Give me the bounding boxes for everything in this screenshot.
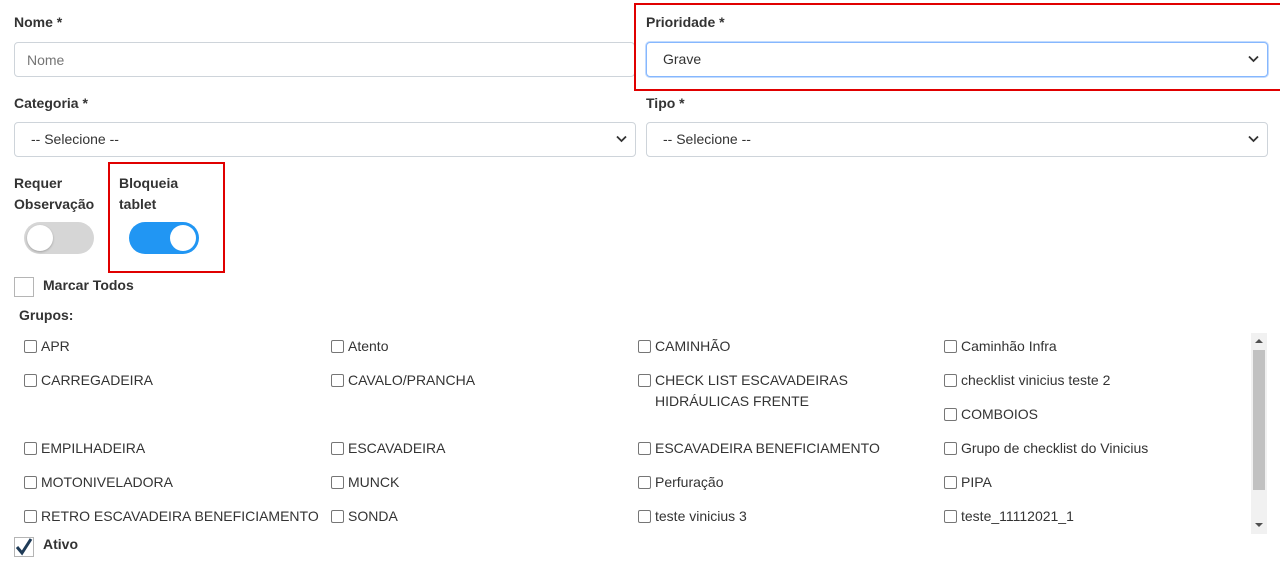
group-checkbox-label: RETRO ESCAVADEIRA BENEFICIAMENTO [41, 508, 319, 524]
group-checkbox-label: teste vinicius 3 [655, 508, 747, 524]
group-checkbox-label: ESCAVADEIRA BENEFICIAMENTO [655, 440, 880, 456]
group-checkbox-item[interactable]: Atento [331, 336, 627, 357]
group-checkbox[interactable] [24, 510, 37, 523]
requer-observacao-label-line2: Observação [14, 196, 95, 212]
group-checkbox-label: APR [41, 338, 70, 354]
group-checkbox-label: teste_11112021_1 [961, 508, 1074, 524]
group-checkbox-item[interactable]: teste vinicius 3 [638, 506, 934, 527]
requer-observacao-toggle[interactable] [24, 222, 94, 254]
marcar-todos-checkbox[interactable] [14, 277, 34, 297]
group-checkbox[interactable] [24, 442, 37, 455]
group-checkbox-item[interactable]: Perfuração [638, 472, 934, 493]
group-checkbox-item[interactable]: checklist vinicius teste 2 [944, 370, 1244, 391]
categoria-select[interactable]: -- Selecione -- [14, 122, 636, 157]
group-checkbox-item[interactable]: RETRO ESCAVADEIRA BENEFICIAMENTO [24, 506, 320, 527]
toggle-knob [27, 225, 53, 251]
tipo-select-value: -- Selecione -- [663, 131, 751, 147]
group-checkbox[interactable] [24, 340, 37, 353]
group-checkbox-label: EMPILHADEIRA [41, 440, 146, 456]
group-checkbox[interactable] [331, 442, 344, 455]
group-checkbox-item[interactable]: PIPA [944, 472, 1244, 493]
group-checkbox-label: Grupo de checklist do Vinicius [961, 440, 1149, 456]
group-checkbox-label: CAVALO/PRANCHA [348, 372, 476, 388]
group-checkbox[interactable] [331, 374, 344, 387]
group-checkbox-item[interactable]: SONDA [331, 506, 627, 527]
group-checkbox[interactable] [944, 408, 957, 421]
scrollbar-thumb[interactable] [1253, 350, 1265, 490]
scroll-up-arrow-icon[interactable] [1255, 338, 1263, 344]
requer-observacao-label-line1: Requer [14, 175, 63, 191]
group-checkbox-item[interactable]: CAMINHÃO [638, 336, 934, 357]
group-checkbox[interactable] [944, 340, 957, 353]
group-checkbox-label: ESCAVADEIRA [348, 440, 446, 456]
group-checkbox-item[interactable]: Grupo de checklist do Vinicius [944, 438, 1244, 459]
group-checkbox[interactable] [638, 442, 651, 455]
nome-label: Nome * [14, 14, 63, 30]
chevron-down-icon [616, 135, 627, 143]
group-checkbox-label: MUNCK [348, 474, 400, 490]
group-checkbox-label: PIPA [961, 474, 992, 490]
group-checkbox-item[interactable]: MUNCK [331, 472, 627, 493]
group-checkbox[interactable] [638, 510, 651, 523]
group-checkbox-label: MOTONIVELADORA [41, 474, 173, 490]
categoria-label: Categoria * [14, 95, 88, 111]
group-checkbox[interactable] [638, 374, 651, 387]
group-checkbox-item[interactable]: APR [24, 336, 320, 357]
grupos-label: Grupos: [19, 307, 74, 323]
group-checkbox[interactable] [944, 442, 957, 455]
categoria-select-value: -- Selecione -- [31, 131, 119, 147]
group-checkbox-item[interactable]: ESCAVADEIRA BENEFICIAMENTO [638, 438, 934, 459]
group-checkbox-item[interactable]: ESCAVADEIRA [331, 438, 627, 459]
group-checkbox[interactable] [638, 476, 651, 489]
group-checkbox[interactable] [944, 374, 957, 387]
ativo-label: Ativo [43, 536, 78, 552]
group-checkbox-item[interactable]: COMBOIOS [944, 404, 1244, 425]
group-checkbox-item[interactable]: CARREGADEIRA [24, 370, 320, 391]
group-checkbox-item[interactable]: teste_11112021_1 [944, 506, 1244, 527]
group-checkbox-label: Caminhão Infra [961, 338, 1057, 354]
chevron-down-icon [1248, 135, 1259, 143]
tipo-label: Tipo * [646, 95, 685, 111]
group-checkbox-label: SONDA [348, 508, 398, 524]
group-checkbox[interactable] [331, 476, 344, 489]
group-checkbox-label: checklist vinicius teste 2 [961, 372, 1111, 388]
group-checkbox-item[interactable]: CAVALO/PRANCHA [331, 370, 627, 391]
group-checkbox-label: Perfuração [655, 474, 724, 490]
group-checkbox-label: CAMINHÃO [655, 338, 731, 354]
group-checkbox-label: CARREGADEIRA [41, 372, 154, 388]
checkmark-icon [15, 538, 33, 556]
group-checkbox[interactable] [638, 340, 651, 353]
group-checkbox-label: Atento [348, 338, 389, 354]
group-checkbox[interactable] [331, 340, 344, 353]
group-checkbox-label: COMBOIOS [961, 406, 1039, 422]
tipo-select[interactable]: -- Selecione -- [646, 122, 1268, 157]
group-checkbox-label: CHECK LIST ESCAVADEIRAS HIDRÁULICAS FREN… [655, 372, 848, 409]
group-checkbox[interactable] [24, 476, 37, 489]
group-checkbox[interactable] [944, 510, 957, 523]
group-checkbox-item[interactable]: CHECK LIST ESCAVADEIRAS HIDRÁULICAS FREN… [638, 370, 934, 412]
marcar-todos-label: Marcar Todos [43, 277, 134, 293]
scroll-down-arrow-icon[interactable] [1255, 522, 1263, 528]
groups-scrollbar[interactable] [1251, 333, 1267, 534]
group-checkbox-item[interactable]: EMPILHADEIRA [24, 438, 320, 459]
highlight-box-prioridade [634, 3, 1280, 91]
nome-input[interactable] [14, 42, 635, 77]
group-checkbox-item[interactable]: Caminhão Infra [944, 336, 1244, 357]
group-checkbox[interactable] [944, 476, 957, 489]
highlight-box-bloqueia-tablet [108, 162, 225, 273]
group-checkbox[interactable] [24, 374, 37, 387]
group-checkbox-item[interactable]: MOTONIVELADORA [24, 472, 320, 493]
ativo-checkbox[interactable] [14, 537, 34, 557]
group-checkbox[interactable] [331, 510, 344, 523]
